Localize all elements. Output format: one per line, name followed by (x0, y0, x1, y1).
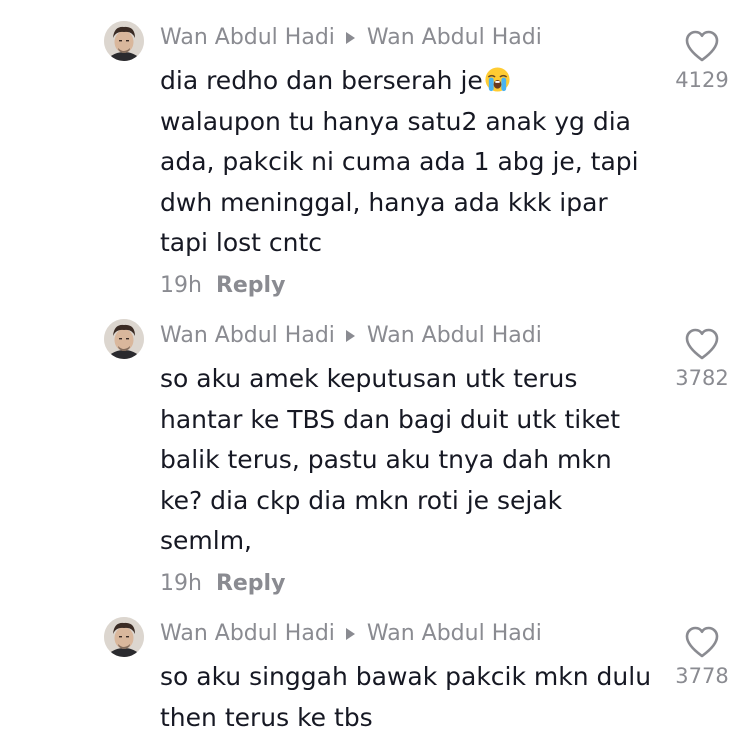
comment-text: dia redho dan berserah je walaupon tu ha… (160, 61, 660, 264)
comment-reply-to[interactable]: Wan Abdul Hadi (367, 321, 542, 351)
heart-icon[interactable] (684, 327, 720, 361)
comment-text: so aku singgah bawak pakcik mkn dulu the… (160, 662, 652, 732)
comment-reply-to[interactable]: Wan Abdul Hadi (367, 23, 542, 53)
reply-arrow-icon (345, 32, 355, 44)
reply-arrow-icon (345, 330, 355, 342)
comment-text-first: dia redho dan berserah je (160, 66, 483, 95)
comment-author[interactable]: Wan Abdul Hadi (160, 321, 335, 351)
like-button[interactable]: 4129 (670, 29, 734, 93)
reply-button[interactable]: Reply (216, 273, 286, 298)
comment-meta: 19h Reply (160, 569, 285, 599)
comment-thread: Wan Abdul Hadi Wan Abdul Hadi dia redho … (0, 0, 750, 741)
like-button[interactable]: 3778 (670, 625, 734, 689)
comment-time: 19h (160, 571, 202, 596)
reply-arrow-icon (345, 628, 355, 640)
avatar-image (104, 617, 144, 657)
comment-author[interactable]: Wan Abdul Hadi (160, 23, 335, 53)
avatar[interactable] (104, 21, 144, 61)
comment-author-line: Wan Abdul Hadi Wan Abdul Hadi (160, 321, 542, 351)
like-count: 3782 (675, 366, 729, 390)
heart-icon[interactable] (684, 29, 720, 63)
comment-author-line: Wan Abdul Hadi Wan Abdul Hadi (160, 619, 542, 649)
comment-reply-to[interactable]: Wan Abdul Hadi (367, 619, 542, 649)
like-count: 4129 (675, 68, 729, 92)
comment-text-rest: walaupon tu hanya satu2 anak yg dia ada,… (160, 106, 639, 258)
comment-author-line: Wan Abdul Hadi Wan Abdul Hadi (160, 23, 542, 53)
loudly-crying-face-emoji-icon (485, 67, 510, 92)
like-count: 3778 (675, 664, 729, 688)
like-button[interactable]: 3782 (670, 327, 734, 391)
heart-icon[interactable] (684, 625, 720, 659)
comment-text: so aku amek keputusan utk terus hantar k… (160, 364, 620, 555)
comment-meta: 19h Reply (160, 271, 285, 301)
avatar-image (104, 319, 144, 359)
comment-author[interactable]: Wan Abdul Hadi (160, 619, 335, 649)
avatar[interactable] (104, 319, 144, 359)
comment-time: 19h (160, 273, 202, 298)
avatar[interactable] (104, 617, 144, 657)
avatar-image (104, 21, 144, 61)
reply-button[interactable]: Reply (216, 571, 286, 596)
